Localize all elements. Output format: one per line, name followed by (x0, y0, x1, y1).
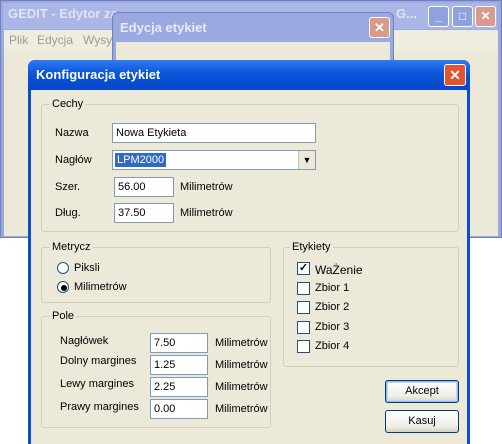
checkbox-zbior-2[interactable] (297, 301, 310, 314)
prawy-margines-unit: Milimetrów (215, 403, 268, 415)
checkbox-zbior-1-label[interactable]: Zbior 1 (315, 282, 349, 294)
checkbox-zbior-3[interactable] (297, 321, 310, 334)
edit-labels-close-button[interactable]: ✕ (369, 17, 390, 38)
dlug-unit: Milimetrów (180, 207, 233, 219)
dolny-margines-label: Dolny margines (60, 355, 137, 367)
checkbox-zbior-4-label[interactable]: Zbior 4 (315, 340, 349, 352)
config-close-button[interactable]: ✕ (444, 64, 466, 86)
accept-button[interactable]: Akcept (385, 380, 459, 403)
lewy-margines-label: Lewy margines (60, 378, 134, 390)
menu-plik[interactable]: Plik (9, 33, 28, 47)
prawy-margines-input[interactable]: 0.00 (150, 399, 208, 419)
dlug-label: Dług. (55, 207, 81, 219)
radio-milimetrow[interactable] (57, 281, 69, 293)
naglowek-label: Nagłówek (60, 335, 109, 347)
cechy-group-label: Cechy (50, 98, 86, 110)
radio-selected-dot (61, 285, 67, 291)
checkbox-wazenie-label[interactable]: WaŻenie (315, 263, 363, 277)
cancel-button[interactable]: Kasuj (385, 410, 459, 433)
menu-edycja[interactable]: Edycja (37, 33, 73, 47)
naglowek-unit: Milimetrów (215, 337, 268, 349)
naglow-selected-value: LPM2000 (115, 153, 167, 167)
lewy-margines-unit: Milimetrów (215, 381, 268, 393)
dlug-input[interactable]: 37.50 (114, 203, 174, 223)
edit-labels-title: Edycja etykiet (120, 20, 207, 35)
check-mark-icon: ✓ (298, 262, 309, 274)
prawy-margines-label: Prawy margines (60, 401, 139, 413)
naglow-label: Nagłów (55, 154, 92, 166)
checkbox-zbior-3-label[interactable]: Zbior 3 (315, 321, 349, 333)
config-dialog-title: Konfiguracja etykiet (36, 67, 161, 82)
nazwa-input[interactable]: Nowa Etykieta (112, 123, 316, 143)
pole-group-label: Pole (50, 310, 77, 322)
checkbox-zbior-1[interactable] (297, 282, 310, 295)
chevron-down-icon[interactable]: ▼ (298, 151, 315, 169)
szer-label: Szer. (55, 181, 81, 193)
checkbox-zbior-2-label[interactable]: Zbior 2 (315, 301, 349, 313)
checkbox-zbior-4[interactable] (297, 340, 310, 353)
naglowek-input[interactable]: 7.50 (150, 333, 208, 353)
metrycz-group (41, 247, 271, 303)
nazwa-label: Nazwa (55, 127, 89, 139)
main-window-title: GEDIT - Edytor za (8, 6, 118, 21)
szer-input[interactable]: 56.00 (114, 177, 174, 197)
checkbox-wazenie[interactable]: ✓ (297, 262, 310, 275)
radio-milimetrow-label[interactable]: Milimetrów (74, 281, 127, 293)
etykiety-group-label: Etykiety (290, 241, 333, 253)
menu-wysylanie[interactable]: Wysył (83, 33, 115, 47)
dolny-margines-unit: Milimetrów (215, 359, 268, 371)
minimize-button[interactable]: _ (428, 6, 449, 27)
main-close-button[interactable]: ✕ (475, 6, 496, 27)
maximize-button[interactable]: □ (452, 6, 473, 27)
metrycz-group-label: Metrycz (50, 241, 93, 253)
main-window-title-tail: G... (396, 6, 417, 21)
radio-piksli[interactable] (57, 262, 69, 274)
dolny-margines-input[interactable]: 1.25 (150, 355, 208, 375)
szer-unit: Milimetrów (180, 181, 233, 193)
radio-piksli-label[interactable]: Piksli (74, 262, 100, 274)
lewy-margines-input[interactable]: 2.25 (150, 377, 208, 397)
